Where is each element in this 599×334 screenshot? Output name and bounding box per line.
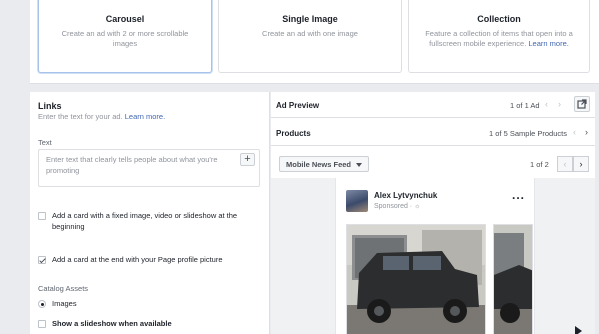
chevron-right-icon[interactable]: › xyxy=(585,127,588,137)
slideshow-checkbox[interactable] xyxy=(38,320,46,328)
format-title: Single Image xyxy=(282,14,338,24)
learn-more-link[interactable]: Learn more. xyxy=(125,112,165,121)
catalog-assets-label: Catalog Assets xyxy=(38,284,89,293)
chevron-left-icon[interactable]: ‹ xyxy=(545,99,548,109)
ad-preview-header: Ad Preview 1 of 1 Ad ‹ › xyxy=(271,92,595,118)
format-description: Feature a collection of items that open … xyxy=(409,29,589,49)
ad-count: 1 of 1 Ad xyxy=(510,101,540,110)
fixed-card-label: Add a card with a fixed image, video or … xyxy=(52,211,238,231)
end-card-label: Add a card at the end with your Page pro… xyxy=(52,255,223,264)
links-title: Links xyxy=(38,101,62,111)
next-page-button[interactable]: › xyxy=(573,156,589,172)
products-count: 1 of 5 Sample Products xyxy=(489,129,567,138)
open-preview-button[interactable] xyxy=(574,96,590,112)
links-panel: Links Enter the text for your ad. Learn … xyxy=(30,92,270,334)
car-photo xyxy=(347,225,485,334)
more-options-icon[interactable]: ... xyxy=(512,188,525,202)
end-card-checkbox[interactable] xyxy=(38,256,46,264)
ad-format-selector: Carousel Create an ad with 2 or more scr… xyxy=(30,0,599,84)
external-link-icon xyxy=(577,99,587,109)
learn-more-link[interactable]: Learn more. xyxy=(528,39,568,48)
text-label: Text xyxy=(38,138,52,147)
slideshow-option[interactable]: Show a slideshow when available xyxy=(38,318,252,329)
ad-preview-panel: Ad Preview 1 of 1 Ad ‹ › Products 1 of 5… xyxy=(271,92,595,334)
format-description: Create an ad with 2 or more scrollable i… xyxy=(61,29,189,48)
facebook-post-preview: Alex Lytvynchuk Sponsored · ☼ ... xyxy=(335,178,535,334)
format-card-single-image[interactable]: Single Image Create an ad with one image xyxy=(218,0,402,73)
chevron-left-icon[interactable]: ‹ xyxy=(573,127,576,137)
fixed-card-option[interactable]: Add a card with a fixed image, video or … xyxy=(38,210,252,232)
images-label: Images xyxy=(52,299,77,308)
format-card-carousel[interactable]: Carousel Create an ad with 2 or more scr… xyxy=(38,0,212,73)
sponsored-label: Sponsored · ☼ xyxy=(374,203,421,210)
placement-dropdown[interactable]: Mobile News Feed xyxy=(279,156,369,172)
sponsored-text: Sponsored xyxy=(374,203,408,210)
chevron-right-icon[interactable]: › xyxy=(558,99,561,109)
ad-text-input[interactable] xyxy=(39,150,229,186)
text-field-container: + xyxy=(38,149,260,187)
slideshow-label: Show a slideshow when available xyxy=(52,319,172,328)
mobile-feed-preview: Alex Lytvynchuk Sponsored · ☼ ... xyxy=(271,178,595,334)
globe-icon: ☼ xyxy=(414,203,421,210)
end-card-option[interactable]: Add a card at the end with your Page pro… xyxy=(38,254,252,265)
caret-down-icon xyxy=(356,163,362,167)
products-label: Products xyxy=(276,129,311,138)
avatar xyxy=(346,190,368,212)
carousel-card-image[interactable] xyxy=(493,224,533,334)
fixed-card-checkbox[interactable] xyxy=(38,212,46,220)
images-radio[interactable] xyxy=(38,300,46,308)
placement-value: Mobile News Feed xyxy=(286,160,352,169)
format-description: Create an ad with one image xyxy=(262,29,358,38)
links-subtitle-text: Enter the text for your ad. xyxy=(38,112,123,121)
format-title: Carousel xyxy=(105,14,145,24)
cursor-arrow-icon xyxy=(575,326,582,334)
links-subtitle: Enter the text for your ad. Learn more. xyxy=(38,112,165,121)
poster-name: Alex Lytvynchuk xyxy=(374,191,438,200)
car-photo xyxy=(494,225,532,334)
add-text-button[interactable]: + xyxy=(240,153,255,166)
ad-preview-title: Ad Preview xyxy=(276,101,320,110)
products-row: Products 1 of 5 Sample Products ‹ › xyxy=(271,119,595,146)
prev-page-button[interactable]: ‹ xyxy=(557,156,573,172)
format-title: Collection xyxy=(477,14,521,24)
carousel-card-image[interactable] xyxy=(346,224,486,334)
page-count: 1 of 2 xyxy=(530,160,549,169)
format-card-collection[interactable]: Collection Feature a collection of items… xyxy=(408,0,590,73)
images-option[interactable]: Images xyxy=(38,298,252,309)
